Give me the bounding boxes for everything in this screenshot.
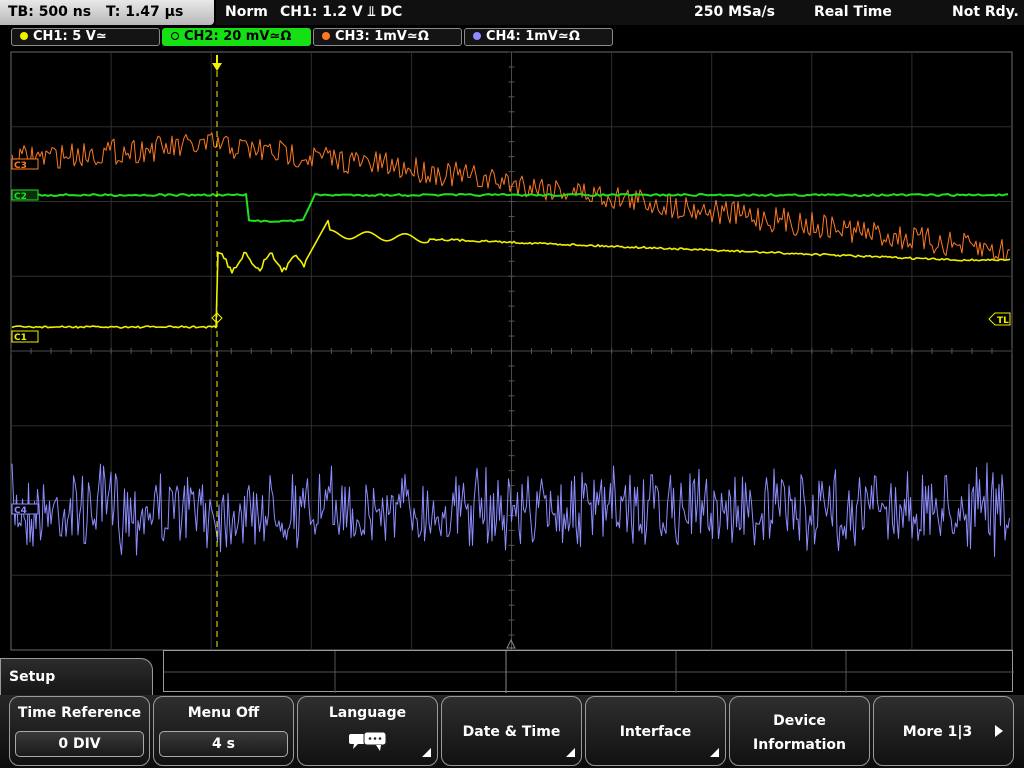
ch2-trace — [11, 193, 1009, 223]
acquisition-status: Norm CH1: 1.2 V ⫫ DC 250 MSa/s Real Time… — [216, 0, 1024, 25]
interface-label: Interface — [619, 724, 692, 740]
menu-off-label: Menu Off — [187, 705, 260, 721]
menu-off-button[interactable]: Menu Off 4 s — [153, 696, 294, 766]
trigger-level-marker[interactable]: TL — [988, 312, 1011, 326]
submenu-corner-icon — [422, 748, 431, 757]
channel-tab-label: CH4: 1mV≃Ω — [486, 29, 580, 44]
channel-tab-ch1[interactable]: CH1: 5 V≃ — [11, 28, 160, 46]
ready-state: Not Rdy. — [952, 4, 1019, 20]
interface-button[interactable]: Interface — [585, 696, 726, 766]
submenu-corner-icon — [566, 748, 575, 757]
channel-tab-ch4[interactable]: CH4: 1mV≃Ω — [464, 28, 613, 46]
waveform-display[interactable]: TL C1 C2 C3 C4 — [0, 49, 1024, 656]
device-information-label-1: Device — [773, 713, 826, 729]
channel-tab-ch2[interactable]: CH2: 20 mV≃Ω — [162, 28, 311, 46]
time-reference-label: Time Reference — [17, 705, 142, 721]
ch3-marker-label: C3 — [14, 161, 27, 171]
date-time-button[interactable]: Date & Time — [441, 696, 582, 766]
acquisition-mode: Real Time — [814, 4, 892, 20]
timebase-value: TB: 500 ns — [8, 4, 92, 20]
ch2-dot-icon — [171, 32, 179, 40]
more-label: More 1|3 — [902, 724, 973, 740]
device-information-label-2: Information — [753, 737, 846, 753]
more-button[interactable]: More 1|3 — [873, 696, 1014, 766]
time-reference-value: 0 DIV — [15, 731, 144, 757]
overview-strip — [163, 650, 1014, 693]
waveform-svg: TL C1 C2 C3 C4 — [10, 51, 1013, 651]
overview-grid — [164, 651, 1014, 693]
time-reference-button[interactable]: Time Reference 0 DIV — [9, 696, 150, 766]
language-button[interactable]: Language — [297, 696, 438, 766]
language-label: Language — [328, 705, 407, 721]
ch3-offset-marker[interactable]: C3 — [11, 158, 39, 171]
trigger-level-label: TL — [997, 316, 1009, 326]
submenu-corner-icon — [710, 748, 719, 757]
status-bar: TB: 500 ns T: 1.47 µs Norm CH1: 1.2 V ⫫ … — [0, 0, 1024, 25]
timebase-box[interactable]: TB: 500 ns T: 1.47 µs — [0, 0, 214, 25]
speech-bubbles-icon — [349, 731, 387, 751]
channel-bar: CH1: 5 V≃ CH2: 20 mV≃Ω CH3: 1mV≃Ω CH4: 1… — [0, 25, 1024, 49]
ch4-trace — [11, 462, 1010, 557]
ch4-marker-label: C4 — [14, 506, 27, 516]
ch1-marker-label: C1 — [14, 333, 27, 343]
softkey-bar: Time Reference 0 DIV Menu Off 4 s Langua… — [0, 695, 1024, 768]
trigger-position-icon[interactable] — [212, 55, 222, 71]
menu-title: Setup — [9, 669, 56, 685]
device-information-button[interactable]: Device Information — [729, 696, 870, 766]
trigger-mode[interactable]: Norm — [225, 0, 268, 24]
channel-tab-label: CH2: 20 mV≃Ω — [184, 29, 292, 44]
ch4-offset-marker[interactable]: C4 — [11, 503, 39, 516]
sample-rate: 250 MSa/s — [694, 4, 776, 20]
ch1-offset-marker[interactable]: C1 — [11, 330, 39, 343]
ch3-dot-icon — [322, 32, 330, 40]
menu-title-tab: Setup — [0, 658, 153, 696]
channel-tab-ch3[interactable]: CH3: 1mV≃Ω — [313, 28, 462, 46]
channel-tab-label: CH3: 1mV≃Ω — [335, 29, 429, 44]
ch4-dot-icon — [473, 32, 481, 40]
ch2-offset-marker[interactable]: C2 — [11, 189, 39, 202]
ch2-marker-label: C2 — [14, 192, 27, 202]
date-time-label: Date & Time — [462, 724, 561, 740]
menu-off-value: 4 s — [159, 731, 288, 757]
next-page-arrow-icon — [995, 725, 1003, 737]
channel-tab-label: CH1: 5 V≃ — [33, 29, 107, 44]
ch1-dot-icon — [20, 32, 28, 40]
trigger-info[interactable]: CH1: 1.2 V ⫫ DC — [280, 0, 402, 24]
trigger-time-value: T: 1.47 µs — [105, 4, 184, 20]
